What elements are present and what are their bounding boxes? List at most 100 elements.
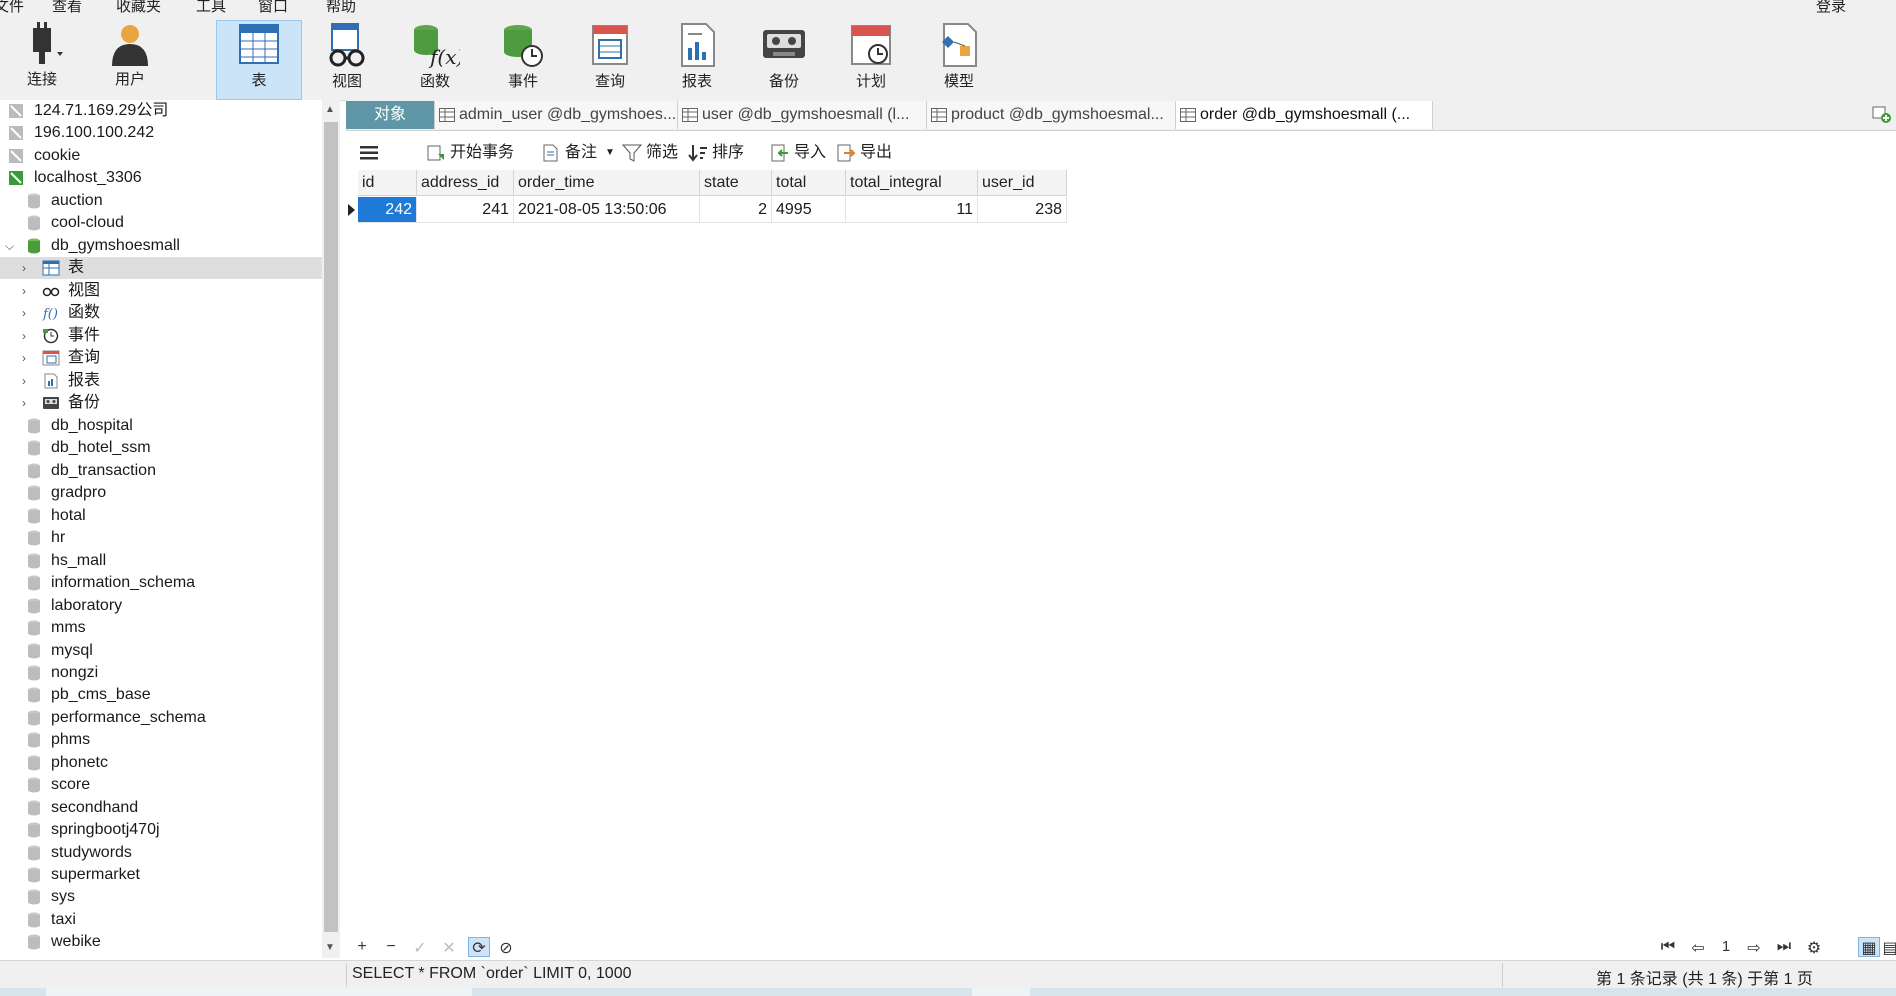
tab-product[interactable]: product @db_gymshoesmal... — [927, 101, 1176, 129]
view-button[interactable]: 视图 — [305, 22, 389, 104]
user-button[interactable]: 用户 — [88, 22, 172, 104]
tree-database[interactable]: taxi — [0, 909, 322, 931]
chevron-right-icon[interactable]: › — [22, 392, 26, 414]
report-button[interactable]: 报表 — [655, 22, 739, 104]
tree-node-reports[interactable]: › 报表 — [0, 370, 322, 392]
tree-database[interactable]: mms — [0, 617, 322, 639]
tree-database[interactable]: mysql — [0, 640, 322, 662]
column-header-total-integral[interactable]: total_integral — [846, 170, 978, 196]
tab-objects[interactable]: 对象 — [346, 101, 435, 129]
tree-scrollbar[interactable]: ▲ ▼ — [322, 100, 340, 958]
tree-database[interactable]: hs_mall — [0, 550, 322, 572]
tree-database[interactable]: hr — [0, 527, 322, 549]
tree-node-backups[interactable]: › 备份 — [0, 392, 322, 414]
table-cell[interactable]: 242 — [358, 197, 417, 223]
backup-button[interactable]: 备份 — [742, 22, 826, 104]
tree-database[interactable]: secondhand — [0, 797, 322, 819]
table-cell[interactable]: 11 — [846, 197, 978, 223]
tree-connection[interactable]: 196.100.100.242 — [0, 122, 322, 144]
column-header-user-id[interactable]: user_id — [978, 170, 1067, 196]
menu-view[interactable]: 查看 — [52, 0, 82, 14]
tree-database[interactable]: sys — [0, 886, 322, 908]
tab-user[interactable]: user @db_gymshoesmall (l... — [678, 101, 927, 129]
tree-database[interactable]: nongzi — [0, 662, 322, 684]
prev-page-icon[interactable]: ⇦ — [1688, 938, 1708, 958]
tree-database[interactable]: springbootj470j — [0, 819, 322, 841]
tree-database[interactable]: phms — [0, 729, 322, 751]
tree-database[interactable]: hotal — [0, 505, 322, 527]
tree-database[interactable]: score — [0, 774, 322, 796]
tree-database[interactable]: laboratory — [0, 595, 322, 617]
data-grid[interactable]: id address_id order_time state total tot… — [346, 170, 1896, 936]
tree-scrollbar-thumb[interactable] — [324, 122, 338, 932]
column-header-address-id[interactable]: address_id — [417, 170, 514, 196]
tree-database-open[interactable]: ⌵ db_gymshoesmall — [0, 235, 322, 257]
refresh-icon[interactable]: ⟳ — [468, 937, 490, 957]
tree-database[interactable]: pb_cms_base — [0, 684, 322, 706]
stop-icon[interactable]: ⊘ — [496, 938, 516, 958]
menu-tools[interactable]: 工具 — [196, 0, 226, 14]
schedule-button[interactable]: 计划 — [829, 22, 913, 104]
query-button[interactable]: 查询 — [568, 22, 652, 104]
table-cell[interactable]: 2021-08-05 13:50:06 — [514, 197, 700, 223]
chevron-right-icon[interactable]: › — [22, 325, 26, 347]
tree-node-tables[interactable]: › 表 — [0, 257, 322, 279]
scroll-up-icon[interactable]: ▲ — [325, 104, 335, 115]
table-button[interactable]: 表 — [216, 20, 302, 100]
function-button[interactable]: f(x) 函数 — [393, 22, 477, 104]
tree-database[interactable]: performance_schema — [0, 707, 322, 729]
login-link[interactable]: 登录 — [1816, 0, 1846, 14]
menu-file[interactable]: 文件 — [0, 0, 24, 14]
scroll-down-icon[interactable]: ▼ — [325, 942, 335, 953]
tree-database[interactable]: studywords — [0, 842, 322, 864]
apply-check-icon[interactable]: ✓ — [410, 938, 430, 958]
tree-connection[interactable]: 124.71.169.29公司 — [0, 100, 322, 122]
column-header-state[interactable]: state — [700, 170, 772, 196]
tree-connection[interactable]: localhost_3306 — [0, 167, 322, 189]
tree-database[interactable]: db_hospital — [0, 415, 322, 437]
next-page-icon[interactable]: ⇨ — [1744, 938, 1764, 958]
tree-node-queries[interactable]: › 查询 — [0, 347, 322, 369]
tree-connection[interactable]: cookie — [0, 145, 322, 167]
column-header-order-time[interactable]: order_time — [514, 170, 700, 196]
delete-record-icon[interactable]: − — [381, 938, 401, 956]
chevron-right-icon[interactable]: › — [22, 280, 26, 302]
add-record-icon[interactable]: + — [352, 938, 372, 956]
model-button[interactable]: 模型 — [917, 22, 1001, 104]
tree-node-functions[interactable]: › f() 函数 — [0, 302, 322, 324]
tree-database[interactable]: phonetc — [0, 752, 322, 774]
tree-database[interactable]: auction — [0, 190, 322, 212]
table-cell[interactable]: 241 — [417, 197, 514, 223]
event-button[interactable]: 事件 — [481, 22, 565, 104]
chevron-right-icon[interactable]: › — [22, 257, 26, 279]
chevron-down-icon[interactable]: ▼ — [605, 142, 615, 164]
table-cell[interactable]: 4995 — [772, 197, 846, 223]
chevron-right-icon[interactable]: › — [22, 302, 26, 324]
column-header-total[interactable]: total — [772, 170, 846, 196]
tab-order[interactable]: order @db_gymshoesmall (... — [1176, 101, 1433, 129]
last-page-icon[interactable]: ⏭ — [1774, 938, 1794, 956]
menu-icon[interactable] — [360, 146, 378, 160]
tree-database[interactable]: supermarket — [0, 864, 322, 886]
gear-icon[interactable]: ⚙ — [1804, 938, 1824, 958]
tree-node-events[interactable]: › 事件 — [0, 325, 322, 347]
new-tab-icon[interactable] — [1872, 106, 1892, 124]
tree-database[interactable]: webike — [0, 931, 322, 953]
chevron-down-icon[interactable]: ⌵ — [5, 235, 14, 257]
tree-database[interactable]: cool-cloud — [0, 212, 322, 234]
menu-help[interactable]: 帮助 — [326, 0, 356, 14]
tree-database[interactable]: db_hotel_ssm — [0, 437, 322, 459]
grid-view-icon[interactable]: ▦ — [1858, 937, 1880, 957]
chevron-right-icon[interactable]: › — [22, 347, 26, 369]
table-cell[interactable]: 238 — [978, 197, 1067, 223]
discard-x-icon[interactable]: ✕ — [439, 938, 459, 958]
column-header-id[interactable]: id — [358, 170, 417, 196]
connect-button[interactable]: 连接 — [0, 22, 84, 104]
menu-favorites[interactable]: 收藏夹 — [116, 0, 161, 14]
first-page-icon[interactable]: ⏮ — [1658, 938, 1678, 956]
menu-window[interactable]: 窗口 — [258, 0, 288, 14]
tree-database[interactable]: db_transaction — [0, 460, 322, 482]
tree-database[interactable]: gradpro — [0, 482, 322, 504]
form-view-icon[interactable]: ▤ — [1880, 938, 1896, 958]
tab-admin-user[interactable]: admin_user @db_gymshoes... — [435, 101, 678, 129]
